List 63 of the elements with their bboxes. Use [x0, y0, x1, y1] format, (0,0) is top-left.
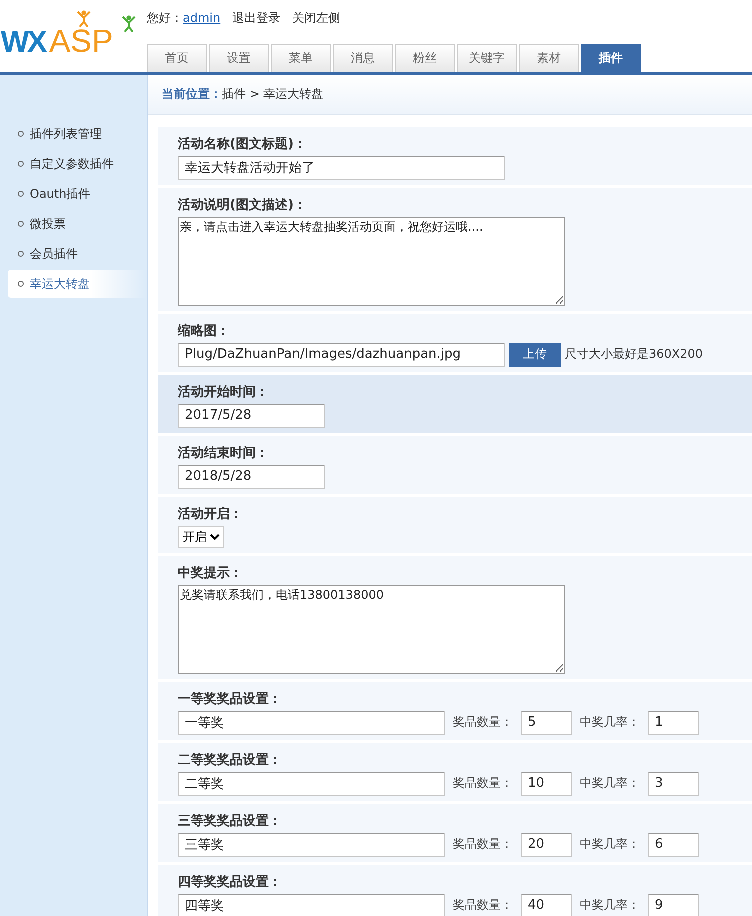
text-field[interactable]: 一等奖 [178, 710, 445, 735]
nav-tab[interactable]: 消息 [333, 44, 393, 72]
field-label: 奖品数量： [453, 897, 513, 914]
text-field[interactable]: 幸运大转盘活动开始了 [178, 156, 505, 180]
breadcrumb-label: 当前位置： [162, 86, 222, 103]
field-label: 中奖几率： [580, 836, 640, 854]
nav-tab[interactable]: 设置 [209, 44, 269, 72]
number-field[interactable]: 20 [521, 832, 572, 857]
breadcrumb-path: 插件 > 幸运大转盘 [222, 86, 324, 103]
upload-button[interactable]: 上传 [509, 342, 561, 367]
nav-tab[interactable]: 首页 [147, 44, 207, 72]
text-field[interactable]: 二等奖 [178, 772, 445, 796]
header-link[interactable]: 关闭左侧 [292, 10, 341, 27]
field-label: 奖品数量： [453, 714, 513, 732]
text-field[interactable]: Plug/DaZhuanPan/Images/dazhuanpan.jpg [178, 342, 505, 367]
sidebar-item[interactable]: 微投票 [8, 210, 147, 238]
nav-tab[interactable]: 素材 [519, 44, 579, 72]
field-label: 奖品数量： [453, 775, 513, 792]
hint-text: 尺寸大小最好是360X200 [565, 346, 704, 364]
field-label: 中奖几率： [580, 897, 640, 914]
text-area[interactable]: 亲，请点击进入幸运大转盘抽奖活动页面，祝您好运哦.... [178, 216, 565, 306]
nav-tab[interactable]: 粉丝 [395, 44, 455, 72]
field-label: 活动名称(图文标题)： [178, 136, 308, 153]
number-field[interactable]: 10 [521, 772, 572, 796]
logo-text: ASP [49, 23, 114, 60]
nav-tab[interactable]: 关键字 [457, 44, 517, 72]
sidebar-item[interactable]: 会员插件 [8, 240, 147, 268]
user-link[interactable]: admin [183, 11, 221, 25]
field-label: 缩略图： [178, 322, 231, 340]
person-icon [122, 15, 136, 33]
header-link[interactable]: 退出登录 [232, 10, 281, 27]
text-field[interactable]: 三等奖 [178, 832, 445, 857]
date-field[interactable]: 2018/5/28 [178, 464, 325, 489]
nav-tab[interactable]: 插件 [581, 44, 641, 72]
number-field[interactable]: 6 [648, 832, 699, 857]
field-label: 四等奖奖品设置： [178, 874, 283, 891]
sidebar-item[interactable]: 自定义参数插件 [8, 150, 147, 178]
number-field[interactable]: 5 [521, 710, 572, 735]
number-field[interactable]: 9 [648, 894, 699, 916]
number-field[interactable]: 40 [521, 894, 572, 916]
text-field[interactable]: 四等奖 [178, 894, 445, 916]
number-field[interactable]: 3 [648, 772, 699, 796]
field-label: 活动结束时间： [178, 444, 270, 462]
number-field[interactable]: 1 [648, 710, 699, 735]
field-label: 中奖提示： [178, 564, 244, 582]
field-label: 活动说明(图文描述)： [178, 196, 308, 214]
logo-text: WX [1, 26, 46, 60]
person-icon [77, 10, 91, 28]
sidebar-item[interactable]: 插件列表管理 [8, 120, 147, 148]
field-label: 活动开启： [178, 506, 244, 523]
dropdown[interactable]: 开启 [178, 526, 224, 548]
field-label: 中奖几率： [580, 714, 640, 732]
field-label: 活动开始时间： [178, 384, 270, 401]
field-label: 奖品数量： [453, 836, 513, 854]
text-area[interactable]: 兑奖请联系我们，电话13800138000 [178, 584, 565, 674]
date-field[interactable]: 2017/5/28 [178, 404, 325, 428]
greeting-text: 您好： [147, 11, 183, 25]
field-label: 三等奖奖品设置： [178, 812, 283, 830]
field-label: 二等奖奖品设置： [178, 752, 283, 769]
sidebar-item[interactable]: Oauth插件 [8, 180, 147, 208]
field-label: 中奖几率： [580, 775, 640, 792]
nav-tab[interactable]: 菜单 [271, 44, 331, 72]
field-label: 一等奖奖品设置： [178, 690, 283, 708]
